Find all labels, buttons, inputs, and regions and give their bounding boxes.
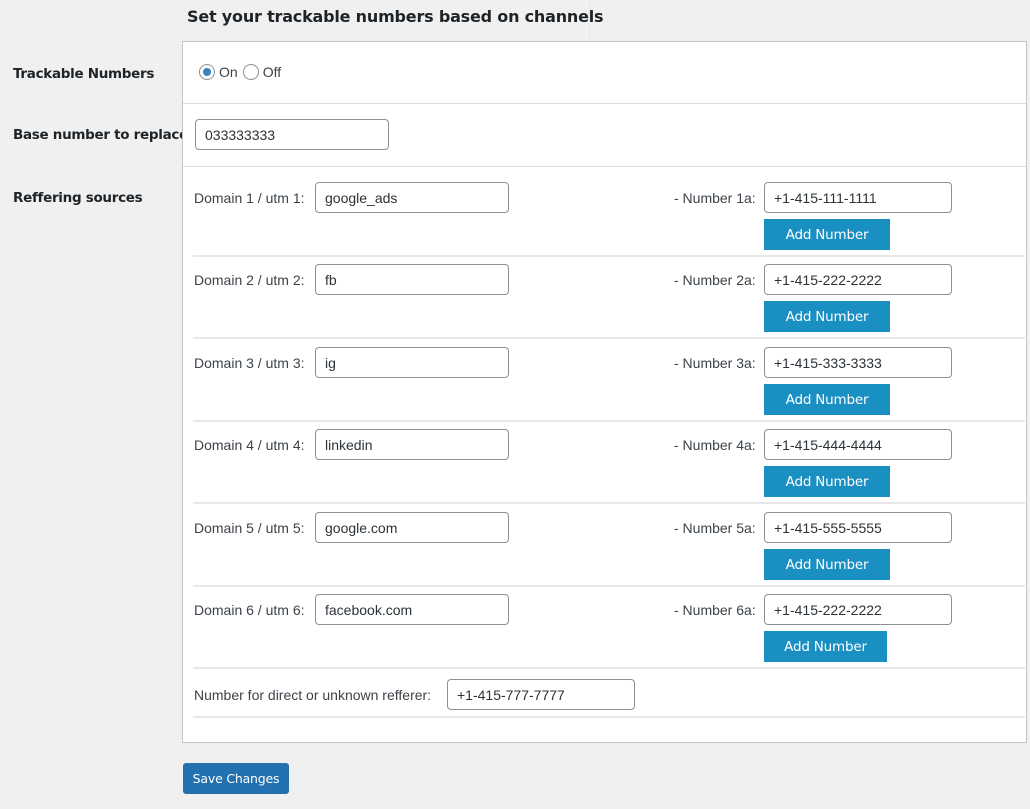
number-input[interactable] (764, 182, 952, 213)
radio-on-label[interactable]: On (219, 64, 238, 80)
divider (193, 716, 1025, 718)
number-label: - Number 4a: (674, 437, 756, 453)
number-input[interactable] (764, 429, 952, 460)
domain-label: Domain 2 / utm 2: (194, 272, 305, 288)
number-label: - Number 5a: (674, 520, 756, 536)
divider (183, 103, 1026, 104)
settings-panel: On Off Domain 1 / utm 1: - Number 1a: Ad… (182, 41, 1027, 743)
domain-input[interactable] (315, 264, 509, 295)
page-title: Set your trackable numbers based on chan… (187, 7, 604, 26)
referring-sources-label: Reffering sources (13, 190, 143, 206)
add-number-button[interactable]: Add Number (764, 549, 890, 580)
divider (183, 166, 1026, 167)
domain-label: Domain 6 / utm 6: (194, 602, 305, 618)
base-number-label: Base number to replace (13, 127, 188, 143)
add-number-button[interactable]: Add Number (764, 301, 890, 332)
domain-input[interactable] (315, 594, 509, 625)
trackable-numbers-label: Trackable Numbers (13, 66, 155, 82)
direct-number-input[interactable] (447, 679, 635, 710)
add-number-button[interactable]: Add Number (764, 466, 890, 497)
number-input[interactable] (764, 264, 952, 295)
base-number-input[interactable] (195, 119, 389, 150)
add-number-button[interactable]: Add Number (764, 631, 887, 662)
row-divider (193, 337, 1025, 339)
direct-number-label: Number for direct or unknown refferer: (194, 687, 432, 703)
radio-on[interactable] (199, 64, 215, 80)
domain-input[interactable] (315, 182, 509, 213)
domain-input[interactable] (315, 429, 509, 460)
radio-off-label[interactable]: Off (263, 64, 281, 80)
number-input[interactable] (764, 512, 952, 543)
domain-label: Domain 1 / utm 1: (194, 190, 305, 206)
add-number-button[interactable]: Add Number (764, 219, 890, 250)
number-label: - Number 3a: (674, 355, 756, 371)
number-input[interactable] (764, 347, 952, 378)
number-label: - Number 1a: (674, 190, 756, 206)
domain-input[interactable] (315, 512, 509, 543)
number-label: - Number 6a: (674, 602, 756, 618)
trackable-numbers-radio-group: On Off (199, 64, 286, 80)
radio-off[interactable] (242, 64, 259, 80)
add-number-button[interactable]: Add Number (764, 384, 890, 415)
domain-label: Domain 3 / utm 3: (194, 355, 305, 371)
row-divider (193, 420, 1025, 422)
domain-label: Domain 4 / utm 4: (194, 437, 305, 453)
number-label: - Number 2a: (674, 272, 756, 288)
number-input[interactable] (764, 594, 952, 625)
row-divider (193, 502, 1025, 504)
domain-input[interactable] (315, 347, 509, 378)
row-divider (193, 585, 1025, 587)
row-divider (193, 667, 1025, 669)
row-divider (193, 255, 1025, 257)
save-changes-button[interactable]: Save Changes (183, 763, 289, 794)
domain-label: Domain 5 / utm 5: (194, 520, 305, 536)
